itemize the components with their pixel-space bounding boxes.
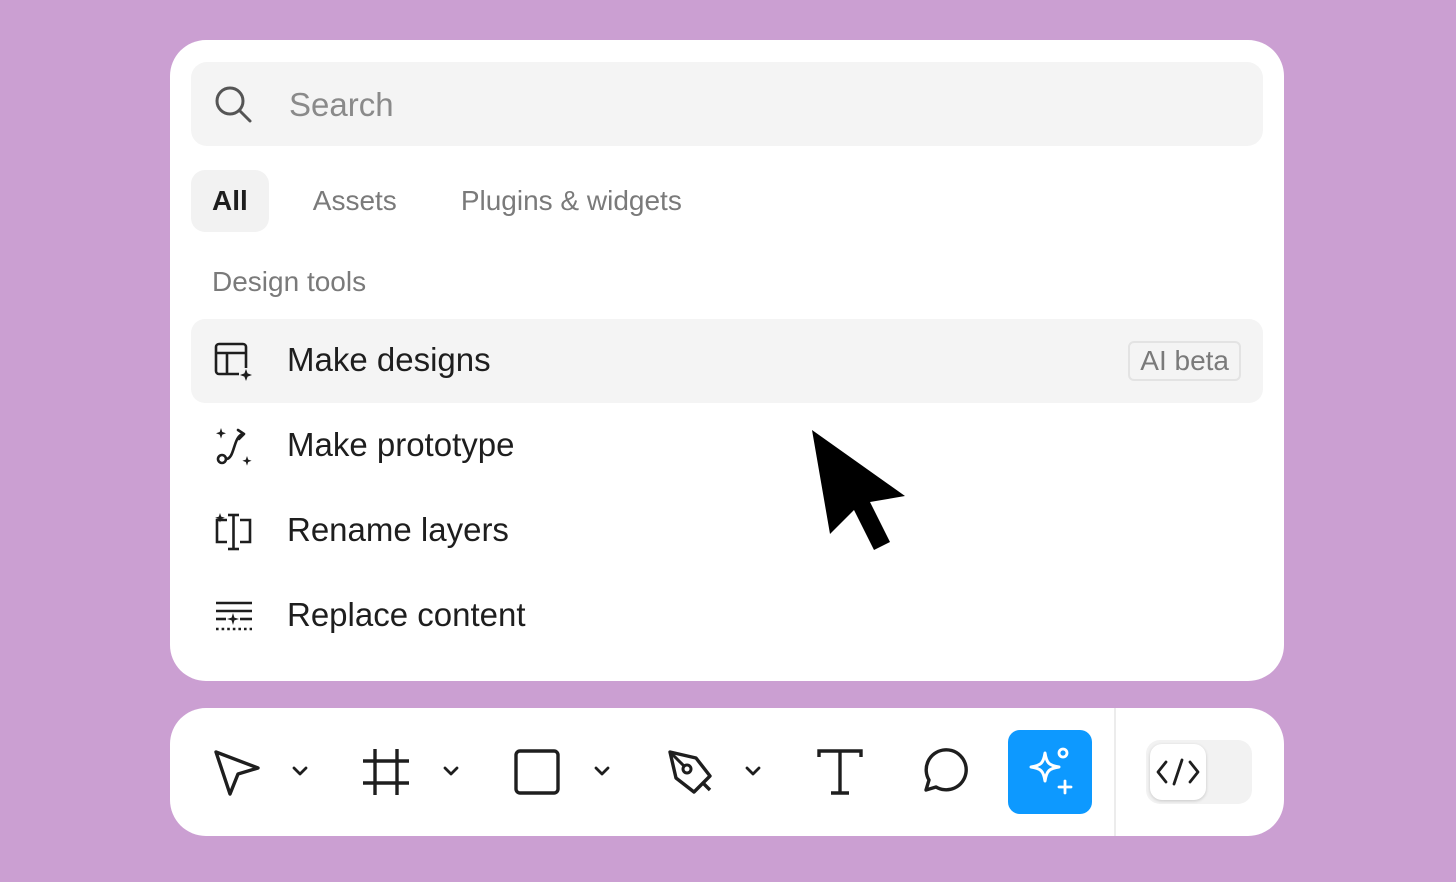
hash-frame-icon bbox=[363, 749, 409, 795]
dev-mode-toggle[interactable] bbox=[1146, 740, 1252, 804]
toolbar-divider bbox=[1114, 708, 1116, 836]
menu-item-replace-content[interactable]: Replace content bbox=[191, 574, 1263, 658]
tab-plugins-widgets[interactable]: Plugins & widgets bbox=[439, 170, 704, 232]
section-label-design-tools: Design tools bbox=[212, 266, 367, 297]
tab-all[interactable]: All bbox=[191, 170, 269, 232]
frame-tool-button[interactable] bbox=[356, 730, 416, 814]
rectangle-tool-button[interactable] bbox=[507, 730, 567, 814]
chevron-down-icon[interactable] bbox=[437, 758, 465, 786]
search-input[interactable] bbox=[287, 80, 1231, 130]
menu-item-label: Rename layers bbox=[287, 511, 509, 548]
menu-item-label: Replace content bbox=[287, 596, 526, 633]
chevron-down-icon[interactable] bbox=[739, 758, 767, 786]
rename-text-cursor-icon bbox=[215, 513, 252, 551]
text-tool-button[interactable] bbox=[810, 730, 870, 814]
comment-tool-button[interactable] bbox=[914, 730, 974, 814]
actions-panel: All Assets Plugins & widgets Design tool… bbox=[170, 40, 1284, 681]
chevron-down-icon[interactable] bbox=[286, 758, 314, 786]
menu-item-label: Make designs bbox=[287, 341, 491, 378]
mouse-cursor-icon bbox=[807, 425, 910, 554]
layout-plus-icon bbox=[214, 342, 253, 382]
code-brackets-icon bbox=[1156, 758, 1200, 786]
ai-tool-button[interactable] bbox=[1008, 730, 1092, 814]
speech-bubble-icon bbox=[924, 748, 968, 792]
search-bar[interactable] bbox=[191, 62, 1263, 146]
move-tool-button[interactable] bbox=[206, 730, 266, 814]
search-icon bbox=[215, 86, 252, 123]
filter-tabs: All Assets Plugins & widgets bbox=[191, 170, 704, 232]
bottom-toolbar bbox=[170, 708, 1284, 836]
menu-item-label: Make prototype bbox=[287, 426, 515, 463]
tab-assets[interactable]: Assets bbox=[291, 170, 419, 232]
replace-content-icon bbox=[216, 601, 252, 631]
menu-item-make-prototype[interactable]: Make prototype bbox=[191, 404, 1263, 488]
pen-nib-icon bbox=[668, 750, 712, 794]
prototype-spark-icon bbox=[216, 428, 252, 466]
ai-beta-badge: AI beta bbox=[1128, 341, 1241, 381]
square-icon bbox=[514, 749, 560, 795]
sparkle-plus-icon bbox=[1029, 747, 1073, 795]
dev-mode-knob bbox=[1150, 744, 1206, 800]
arrow-pointer-icon bbox=[214, 750, 260, 796]
menu-item-rename-layers[interactable]: Rename layers bbox=[191, 489, 1263, 573]
text-t-icon bbox=[817, 749, 863, 795]
menu-item-make-designs[interactable]: Make designs AI beta bbox=[191, 319, 1263, 403]
chevron-down-icon[interactable] bbox=[588, 758, 616, 786]
pen-tool-button[interactable] bbox=[660, 730, 720, 814]
